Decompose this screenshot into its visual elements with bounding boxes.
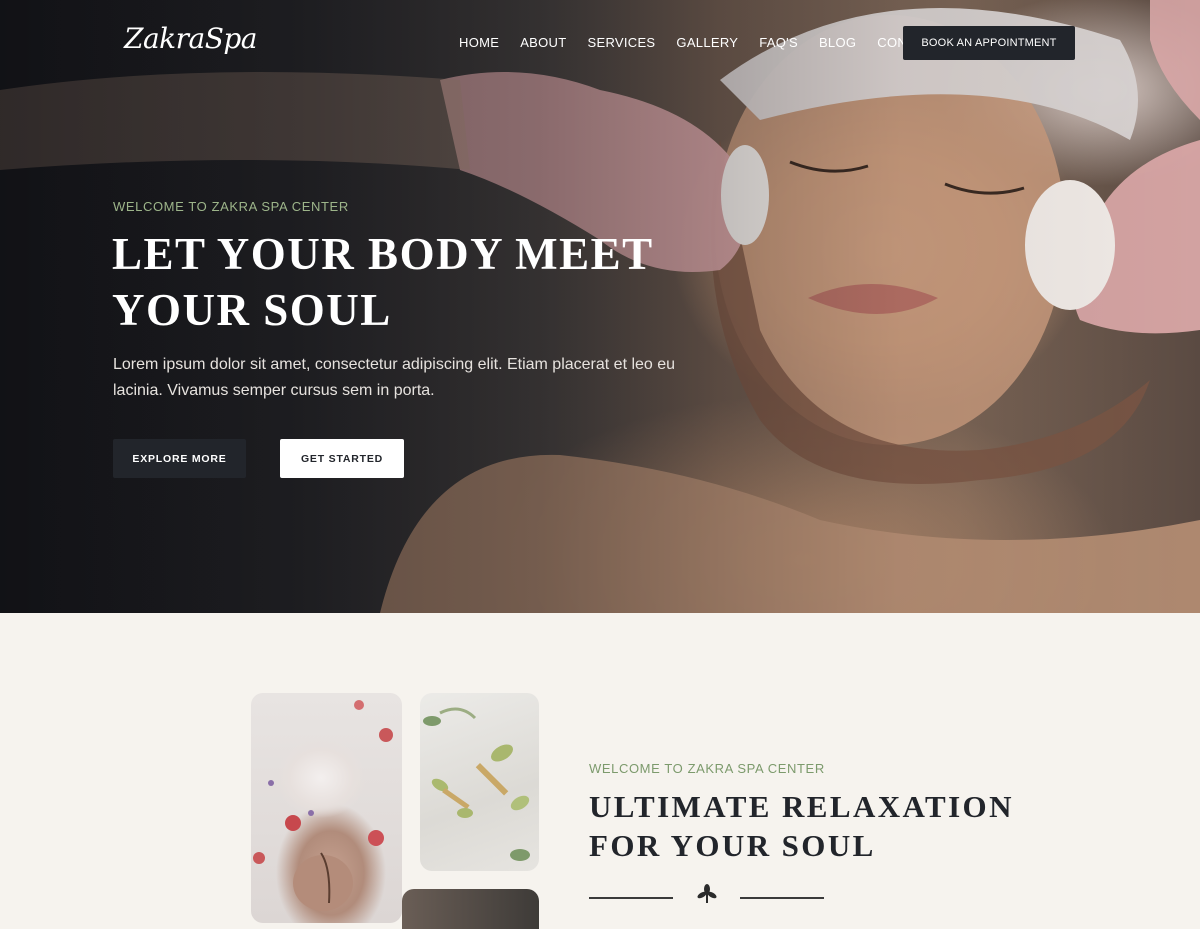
nav-item-gallery[interactable]: GALLERY: [676, 35, 738, 50]
jade-roller-image: [420, 693, 539, 871]
hero-eyebrow: WELCOME TO ZAKRA SPA CENTER: [113, 199, 349, 214]
leaf-icon: [697, 884, 717, 903]
nav-item-faqs[interactable]: FAQ'S: [759, 35, 798, 50]
about-eyebrow: WELCOME TO ZAKRA SPA CENTER: [589, 761, 825, 776]
explore-more-button[interactable]: EXPLORE MORE: [113, 439, 246, 478]
spa-bath-image: [251, 693, 402, 923]
book-appointment-button[interactable]: BOOK AN APPOINTMENT: [903, 26, 1075, 60]
hero-description: Lorem ipsum dolor sit amet, consectetur …: [113, 356, 676, 399]
main-navigation: HOME ABOUT SERVICES GALLERY FAQ'S BLOG C…: [459, 35, 962, 50]
nav-item-blog[interactable]: BLOG: [819, 35, 856, 50]
divider-right: [740, 897, 824, 899]
hero-section: ZakraSpa HOME ABOUT SERVICES GALLERY FAQ…: [0, 0, 1200, 613]
about-title: ULTIMATE RELAXATION FOR YOUR SOUL: [589, 789, 1014, 863]
nav-item-services[interactable]: SERVICES: [588, 35, 656, 50]
nav-item-home[interactable]: HOME: [459, 35, 499, 50]
divider-left: [589, 897, 673, 899]
spa-detail-image: [402, 889, 539, 929]
hero-title: LET YOUR BODY MEET YOUR SOUL: [112, 229, 653, 335]
nav-item-about[interactable]: ABOUT: [520, 35, 566, 50]
site-logo[interactable]: ZakraSpa: [124, 22, 258, 55]
get-started-button[interactable]: GET STARTED: [280, 439, 404, 478]
